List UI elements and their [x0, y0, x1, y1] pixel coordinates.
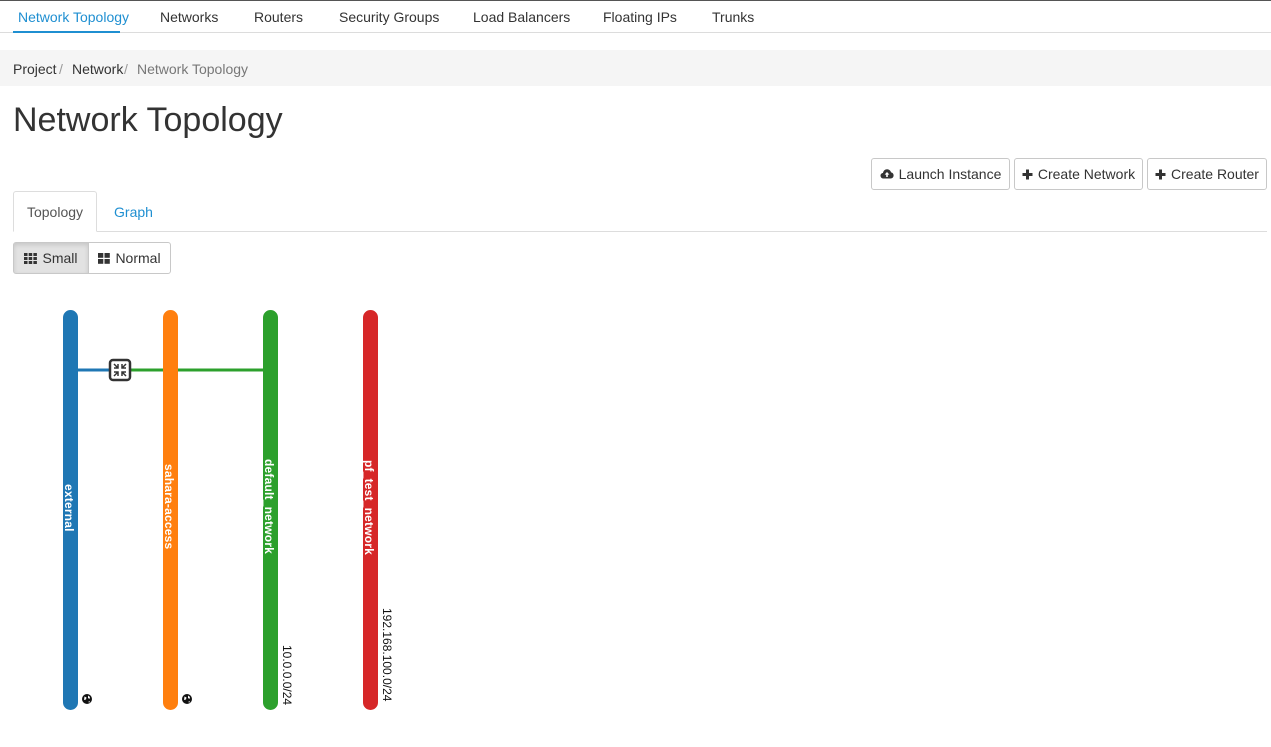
topology-svg [63, 310, 378, 710]
router-icon[interactable] [108, 358, 132, 382]
subnet-cidr-default-network: 10.0.0.0/24 [280, 645, 294, 706]
globe-icon [82, 694, 92, 704]
network-label-external: external [62, 484, 76, 532]
network-label-pf-test-network: pf_test_network [362, 460, 376, 556]
topology-canvas: external sahara-access default_network p… [0, 0, 1271, 747]
globe-icon [182, 694, 192, 704]
network-label-default-network: default_network [262, 459, 276, 555]
subnet-cidr-pf-test-network: 192.168.100.0/24 [380, 608, 394, 702]
network-label-sahara-access: sahara-access [162, 464, 176, 550]
